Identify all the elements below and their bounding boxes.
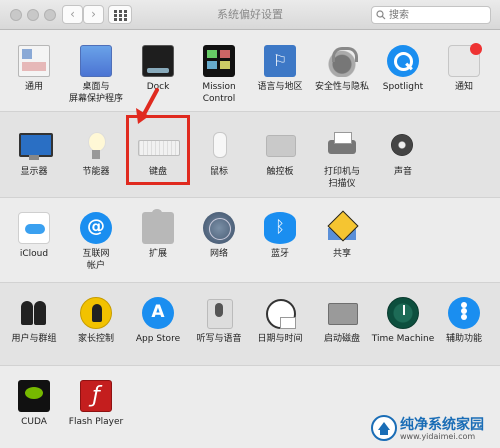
hardware-section: 显示器 节能器 键盘 鼠标 触控板 打印机与 扫描仪 声音 [0, 111, 500, 198]
flash-player-icon [80, 380, 112, 412]
system-section: 用户与群组 家长控制 App Store 听写与语音 日期与时间 启动磁盘 Ti… [0, 282, 500, 366]
security-privacy-icon [326, 45, 358, 77]
date-time-icon [264, 297, 296, 329]
close-button[interactable] [10, 9, 22, 21]
internet-accounts-icon [80, 212, 112, 244]
startup-disk-icon [326, 297, 358, 329]
zoom-button[interactable] [44, 9, 56, 21]
search-icon [376, 10, 386, 20]
spotlight-icon [387, 45, 419, 77]
parental-controls-icon [80, 297, 112, 329]
app-store-icon [142, 297, 174, 329]
dock-icon [142, 45, 174, 77]
system-preferences-window: ‹ › 系统偏好设置 通用 桌面与 屏幕保护程序 Dock [0, 0, 500, 448]
search-input[interactable] [389, 8, 487, 22]
mouse-icon [203, 130, 235, 162]
watermark-url: www.yidaimei.com [400, 432, 476, 441]
energy-saver-icon [80, 130, 112, 162]
search-field[interactable] [371, 6, 491, 24]
desktop-screensaver-icon [80, 45, 112, 77]
users-groups-icon [18, 297, 50, 329]
internet-section: iCloud 互联网 帐户 扩展 网络 蓝牙 共享 [0, 198, 500, 282]
annotation-arrow-icon [136, 88, 159, 124]
window-title: 系统偏好设置 [217, 8, 283, 21]
minimize-button[interactable] [27, 9, 39, 21]
title-bar: ‹ › 系统偏好设置 [0, 0, 500, 30]
sound-icon [387, 130, 419, 162]
time-machine-icon [387, 297, 419, 329]
accessibility-icon [448, 297, 480, 329]
trackpad-icon [264, 130, 296, 162]
language-region-icon [264, 45, 296, 77]
cuda-icon [18, 380, 50, 412]
network-icon [203, 212, 235, 244]
notifications-icon [448, 43, 482, 77]
bluetooth-icon [264, 212, 296, 244]
forward-button[interactable]: › [83, 5, 104, 24]
printer-scanner-icon [326, 130, 358, 162]
show-all-grid-button[interactable] [108, 5, 132, 24]
icloud-icon [18, 212, 50, 244]
mission-control-icon [203, 45, 235, 77]
dictation-speech-icon [203, 297, 235, 329]
sharing-icon [326, 212, 358, 244]
general-icon [18, 45, 50, 77]
personal-section: 通用 桌面与 屏幕保护程序 Dock Mission Control 语言与地区… [0, 31, 500, 111]
display-icon [18, 130, 53, 162]
watermark-title: 纯净系统家园 [400, 417, 484, 433]
back-button[interactable]: ‹ [62, 5, 83, 24]
extensions-icon [142, 209, 174, 244]
watermark-logo-icon [371, 415, 397, 441]
watermark: 纯净系统家园 www.yidaimei.com [370, 412, 495, 444]
